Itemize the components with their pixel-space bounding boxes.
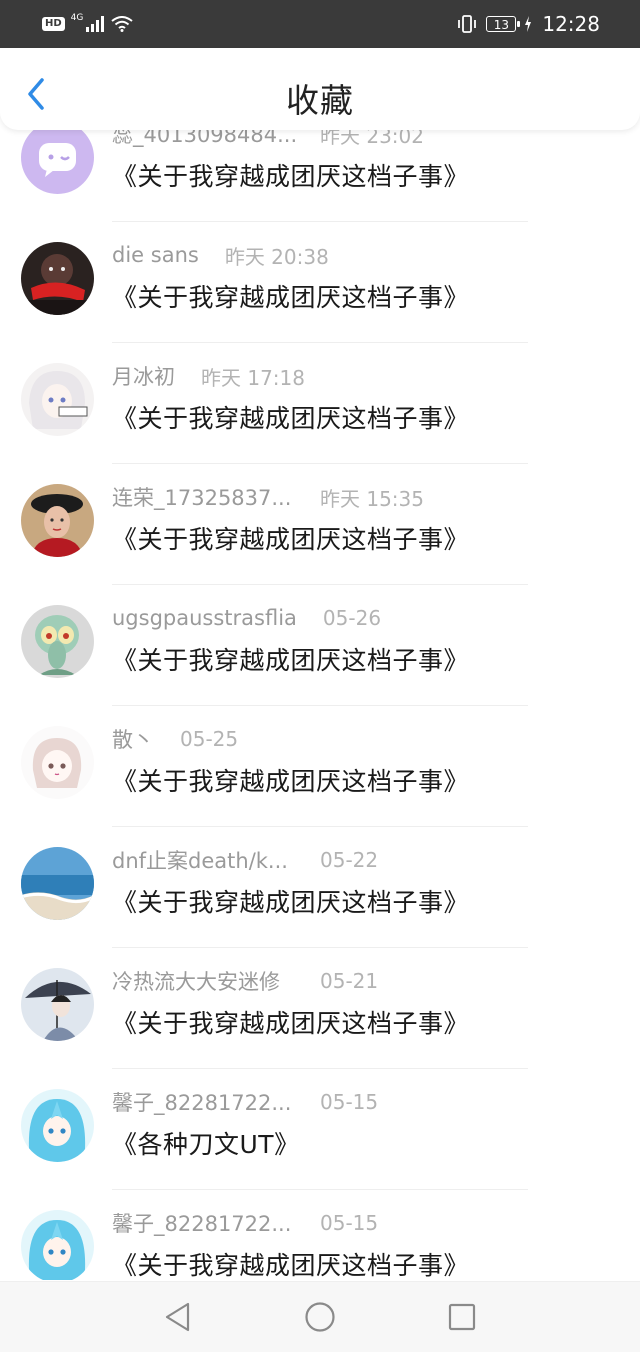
favorites-list[interactable]: 蕊_4013098484... 昨天 23:02 《关于我穿越成团厌这档子事》 … — [0, 130, 640, 1280]
timestamp: 昨天 15:35 — [320, 486, 424, 511]
timestamp: 05-25 — [180, 727, 239, 751]
clock: 12:28 — [542, 12, 600, 36]
favorite-item[interactable]: 蕊_4013098484... 昨天 23:02 《关于我穿越成团厌这档子事》 — [0, 130, 640, 240]
favorite-item[interactable]: 馨子_82281722... 05-15 《关于我穿越成团厌这档子事》 — [0, 1208, 640, 1280]
favorite-title[interactable]: 《关于我穿越成团厌这档子事》 — [112, 520, 469, 556]
favorite-item[interactable]: 月冰初 昨天 17:18 《关于我穿越成团厌这档子事》 — [0, 361, 640, 482]
circle-home-icon — [305, 1302, 335, 1332]
blue-hair-anime-avatar[interactable] — [21, 1210, 94, 1280]
status-bar: HD 4G 13 12:28 — [0, 0, 640, 48]
username[interactable]: dnf止案death/k... — [112, 845, 312, 875]
triangle-back-icon — [165, 1302, 190, 1332]
network-type: 4G — [70, 13, 84, 23]
wifi-icon — [111, 16, 133, 32]
username[interactable]: ugsgpausstrasflia — [112, 606, 297, 630]
vibrate-icon — [458, 15, 477, 33]
favorite-title[interactable]: 《关于我穿越成团厌这档子事》 — [112, 641, 469, 677]
favorite-title[interactable]: 《关于我穿越成团厌这档子事》 — [112, 157, 469, 193]
username[interactable]: 冷热流大大安迷修 — [112, 966, 312, 996]
username[interactable]: 馨子_82281722... — [112, 1208, 312, 1238]
hd-badge: HD — [42, 17, 65, 31]
divider — [112, 826, 528, 827]
favorite-item[interactable]: 连荣_17325837... 昨天 15:35 《关于我穿越成团厌这档子事》 — [0, 482, 640, 603]
umbrella-character-avatar[interactable] — [21, 968, 94, 1041]
favorite-title[interactable]: 《关于我穿越成团厌这档子事》 — [112, 883, 469, 919]
squidward-avatar[interactable] — [21, 605, 94, 678]
username[interactable]: 散丶 — [112, 724, 154, 754]
divider — [112, 584, 528, 585]
favorite-title[interactable]: 《关于我穿越成团厌这档子事》 — [112, 1004, 469, 1040]
divider — [112, 463, 528, 464]
timestamp: 昨天 20:38 — [224, 244, 329, 269]
username[interactable]: 馨子_82281722... — [112, 1087, 312, 1117]
square-recent-icon — [448, 1303, 476, 1331]
charging-icon — [525, 16, 532, 32]
divider — [112, 221, 528, 222]
favorite-item[interactable]: 冷热流大大安迷修 05-21 《关于我穿越成团厌这档子事》 — [0, 966, 640, 1087]
favorite-item[interactable]: 馨子_82281722... 05-15 《各种刀文UT》 — [0, 1087, 640, 1208]
favorite-title[interactable]: 《关于我穿越成团厌这档子事》 — [112, 1246, 469, 1280]
username[interactable]: 连荣_17325837... — [112, 482, 312, 512]
timestamp: 05-21 — [320, 969, 379, 993]
divider — [112, 1068, 528, 1069]
timestamp: 05-15 — [320, 1090, 379, 1114]
favorite-title[interactable]: 《关于我穿越成团厌这档子事》 — [112, 762, 469, 798]
status-right: 13 12:28 — [456, 10, 600, 38]
timestamp: 05-26 — [322, 606, 382, 630]
favorite-item[interactable]: dnf止案death/k... 05-22 《关于我穿越成团厌这档子事》 — [0, 845, 640, 966]
favorite-item[interactable]: 散丶 05-25 《关于我穿越成团厌这档子事》 — [0, 724, 640, 845]
blue-hair-anime-avatar[interactable] — [21, 1089, 94, 1162]
timestamp: 昨天 17:18 — [201, 365, 305, 390]
divider — [112, 1189, 528, 1190]
timestamp: 05-15 — [320, 1211, 379, 1235]
page-header: 收藏 — [0, 48, 640, 130]
favorite-item[interactable]: die sans 昨天 20:38 《关于我穿越成团厌这档子事》 — [0, 240, 640, 361]
username[interactable]: 月冰初 — [112, 361, 175, 391]
white-hair-anime-avatar[interactable] — [21, 363, 94, 436]
battery-indicator: 13 — [486, 16, 521, 32]
username[interactable]: die sans — [112, 243, 199, 267]
favorite-title[interactable]: 《关于我穿越成团厌这档子事》 — [112, 278, 469, 314]
nav-home-button[interactable] — [303, 1300, 337, 1334]
status-left: HD 4G — [42, 12, 133, 36]
favorite-title[interactable]: 《各种刀文UT》 — [112, 1125, 300, 1161]
anime-girl-sketch-avatar[interactable] — [21, 726, 94, 799]
username[interactable]: 蕊_4013098484... — [112, 130, 312, 149]
page-title: 收藏 — [286, 81, 354, 120]
divider — [112, 947, 528, 948]
sea-beach-avatar[interactable] — [21, 847, 94, 920]
nav-recent-button[interactable] — [445, 1300, 479, 1334]
timestamp: 昨天 23:02 — [320, 130, 424, 148]
chat-bubble-avatar[interactable] — [21, 130, 94, 194]
timestamp: 05-22 — [320, 848, 379, 872]
nav-back-button[interactable] — [161, 1300, 195, 1334]
woman-photo-avatar[interactable] — [21, 484, 94, 557]
signal-icon — [86, 16, 105, 32]
favorite-item[interactable]: ugsgpausstrasflia 05-26 《关于我穿越成团厌这档子事》 — [0, 603, 640, 724]
dark-character-avatar[interactable] — [21, 242, 94, 315]
divider — [112, 705, 528, 706]
divider — [112, 342, 528, 343]
system-nav-bar — [0, 1281, 640, 1352]
favorite-title[interactable]: 《关于我穿越成团厌这档子事》 — [112, 399, 469, 435]
